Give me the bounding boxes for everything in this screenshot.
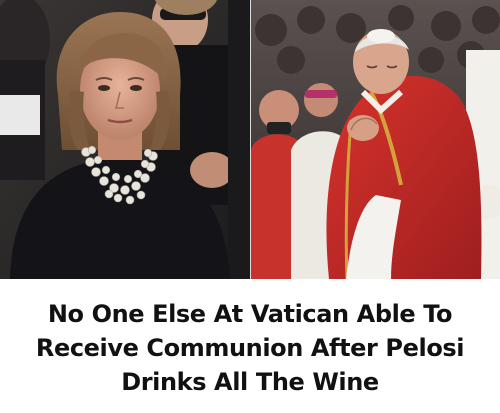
meme-image: No One Else At Vatican Able To Receive C…	[0, 0, 500, 413]
caption-line-3: Drinks All The Wine	[121, 368, 379, 396]
meme-caption: No One Else At Vatican Able To Receive C…	[0, 286, 500, 410]
photo-left-illustration	[0, 0, 251, 279]
photo-right	[251, 0, 500, 279]
caption-line-1: No One Else At Vatican Able To	[47, 300, 453, 328]
photo-collage	[0, 0, 500, 279]
caption-line-2: Receive Communion After Pelosi	[35, 334, 465, 362]
photo-left	[0, 0, 251, 279]
photo-right-illustration	[251, 0, 500, 279]
